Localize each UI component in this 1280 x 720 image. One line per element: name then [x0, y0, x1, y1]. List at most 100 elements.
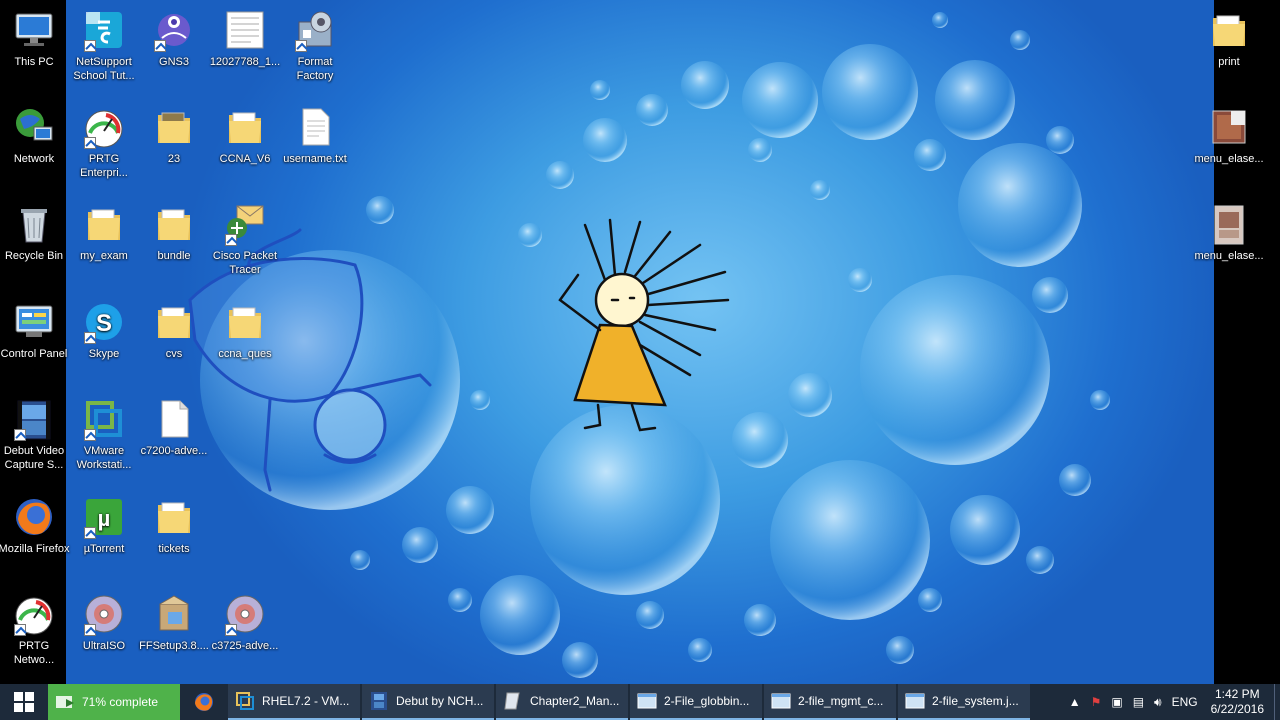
taskbar-item-rhel[interactable]: RHEL7.2 - VM...: [228, 684, 360, 720]
installer-icon: [152, 592, 196, 636]
icon-label: username.txt: [283, 153, 347, 165]
firefox-icon: [195, 693, 213, 711]
disc-icon: [82, 592, 126, 636]
icon-label: menu_elase...: [1194, 250, 1264, 262]
desktop-icon-my-exam[interactable]: my_exam: [68, 202, 140, 263]
volume-icon[interactable]: 🔊︎: [1154, 695, 1162, 710]
desktop-icon-netsupport[interactable]: NetSupport School Tut...: [68, 8, 140, 83]
right-black-strip: [1214, 0, 1280, 684]
desktop-icon-c3725[interactable]: c3725-adve...: [209, 592, 281, 653]
desktop-icon-print[interactable]: print: [1193, 8, 1265, 69]
taskbar: 71% complete RHEL7.2 - VM... Debut by NC…: [0, 684, 1280, 720]
control-panel-icon: [12, 300, 56, 344]
folder-icon: [152, 495, 196, 539]
desktop-icon-control-panel[interactable]: Control Panel: [0, 300, 70, 361]
desktop-icon-prtg-enterprise[interactable]: PRTG Enterpri...: [68, 105, 140, 180]
desktop-icon-username-txt[interactable]: username.txt: [279, 105, 351, 166]
vmware-icon: [82, 397, 126, 441]
document-icon: [504, 692, 520, 710]
firefox-icon: [12, 495, 56, 539]
icon-label: PRTG Netwo...: [13, 640, 55, 666]
desktop-icon-tickets[interactable]: tickets: [138, 495, 210, 556]
desktop-icon-this-pc[interactable]: This PC: [0, 8, 70, 69]
desktop-icon-vmware[interactable]: VMware Workstati...: [68, 397, 140, 472]
desktop-icon-packet-tracer[interactable]: Cisco Packet Tracer: [209, 202, 281, 277]
format-factory-icon: [293, 8, 337, 52]
tray-overflow-chevron-icon[interactable]: ▲: [1069, 695, 1081, 709]
desktop-icon-utorrent[interactable]: µ µTorrent: [68, 495, 140, 556]
icon-label: Debut Video Capture S...: [3, 445, 65, 471]
folder-icon: [152, 105, 196, 149]
desktop-icon-ccna-v6[interactable]: CCNA_V6: [209, 105, 281, 166]
text-file-icon: [293, 105, 337, 149]
icon-label: Cisco Packet Tracer: [212, 250, 278, 276]
show-desktop-button[interactable]: [1274, 684, 1280, 720]
language-indicator[interactable]: ENG: [1172, 695, 1198, 709]
folder-icon: [152, 300, 196, 344]
packet-tracer-icon: [223, 202, 267, 246]
icon-label: µTorrent: [83, 543, 125, 555]
desktop-icon-cvs[interactable]: cvs: [138, 300, 210, 361]
stick-figure: [558, 218, 730, 432]
folder-icon: [223, 300, 267, 344]
desktop-icon-network[interactable]: Network: [0, 105, 70, 166]
taskbar-item-label: 2-file_system.j...: [932, 694, 1019, 708]
netsupport-icon: [82, 8, 126, 52]
progress-label: 71% complete: [82, 695, 159, 709]
video-capture-icon: [371, 692, 387, 710]
desktop-icon-gns3[interactable]: GNS3: [138, 8, 210, 69]
taskbar-item-chapter2[interactable]: Chapter2_Man...: [496, 684, 628, 720]
desktop-icon-ultraiso[interactable]: UltraISO: [68, 592, 140, 653]
taskbar-item-label: RHEL7.2 - VM...: [262, 694, 350, 708]
document-icon: [223, 8, 267, 52]
svg-text:µ: µ: [98, 506, 111, 531]
desktop-icon-firefox[interactable]: Mozilla Firefox: [0, 495, 70, 556]
desktop-icon-ffsetup[interactable]: FFSetup3.8....: [138, 592, 210, 653]
folder-icon: [82, 202, 126, 246]
icon-label: This PC: [14, 56, 54, 68]
window-icon: [637, 693, 657, 709]
action-center-flag-icon[interactable]: ⚑: [1091, 695, 1102, 709]
taskbar-item-file-system[interactable]: 2-file_system.j...: [898, 684, 1030, 720]
icon-label: Mozilla Firefox: [0, 543, 70, 555]
desktop-icon-bundle[interactable]: bundle: [138, 202, 210, 263]
start-button[interactable]: [0, 684, 48, 720]
desktop[interactable]: This PC Network Recycle Bin Control Pane…: [0, 0, 1280, 684]
icon-label: my_exam: [80, 250, 128, 262]
desktop-icon-folder-23[interactable]: 23: [138, 105, 210, 166]
desktop-icon-c7200[interactable]: c7200-adve...: [138, 397, 210, 458]
folder-icon: [1207, 8, 1251, 52]
desktop-icon-recycle-bin[interactable]: Recycle Bin: [0, 202, 70, 263]
desktop-icon-prtg-network[interactable]: PRTG Netwo...: [0, 592, 70, 667]
desktop-icon-menu-elase-1[interactable]: menu_elase...: [1193, 105, 1265, 166]
icon-label: cvs: [165, 348, 183, 360]
taskbar-item-file-mgmt[interactable]: 2-file_mgmt_c...: [764, 684, 896, 720]
icon-label: UltraISO: [82, 640, 126, 652]
clock[interactable]: 1:42 PM 6/22/2016: [1211, 687, 1264, 717]
disc-icon: [223, 592, 267, 636]
icon-label: print: [1218, 56, 1240, 68]
desktop-icon-12027788[interactable]: 12027788_1...: [209, 8, 281, 69]
desktop-icon-ccna-ques[interactable]: ccna_ques: [209, 300, 281, 361]
system-tray: ▲ ⚑ ▣ ▤ 🔊︎ ENG 1:42 PM 6/22/2016: [1064, 684, 1280, 720]
taskbar-item-file-globbing[interactable]: 2-File_globbin...: [630, 684, 762, 720]
icon-label: bundle: [157, 250, 191, 262]
device-icon[interactable]: ▣: [1111, 695, 1122, 709]
gauge-icon: [12, 592, 56, 636]
recycle-bin-icon: [12, 202, 56, 246]
taskbar-firefox[interactable]: [182, 684, 226, 720]
taskbar-item-label: Chapter2_Man...: [530, 694, 620, 708]
icon-label: NetSupport School Tut...: [73, 56, 135, 82]
desktop-icon-debut-video[interactable]: Debut Video Capture S...: [0, 397, 70, 472]
utorrent-icon: µ: [82, 495, 126, 539]
taskbar-copy-progress[interactable]: 71% complete: [48, 684, 180, 720]
taskbar-item-debut[interactable]: Debut by NCH...: [362, 684, 494, 720]
icon-label: FFSetup3.8....: [139, 640, 209, 652]
windows-logo-icon: [14, 692, 34, 712]
icon-label: Skype: [88, 348, 120, 360]
desktop-icon-format-factory[interactable]: Format Factory: [279, 8, 351, 83]
desktop-icon-skype[interactable]: S Skype: [68, 300, 140, 361]
network-tray-icon[interactable]: ▤: [1133, 695, 1144, 709]
file-icon: [152, 397, 196, 441]
desktop-icon-menu-elase-2[interactable]: menu_elase...: [1193, 202, 1265, 263]
